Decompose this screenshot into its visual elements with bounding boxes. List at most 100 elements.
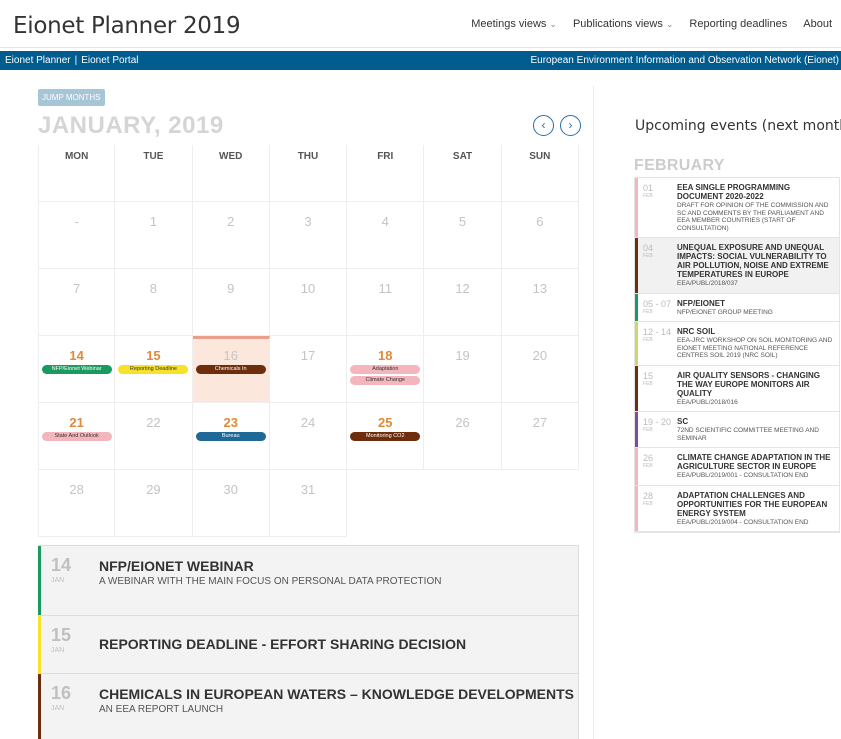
calendar-event-pill[interactable]: Adaptation bbox=[350, 365, 421, 374]
calendar-day-cell[interactable]: 20 bbox=[501, 336, 579, 403]
upcoming-event[interactable]: 04 FEB UNEQUAL EXPOSURE AND UNEQUAL IMPACT… bbox=[635, 238, 839, 294]
event-title[interactable]: UNEQUAL EXPOSURE AND UNEQUAL IMPACTS: SO… bbox=[677, 243, 833, 279]
calendar-day-cell[interactable]: 16 Chemicals In bbox=[192, 336, 270, 403]
event-day: 04 bbox=[643, 243, 654, 253]
event-title[interactable]: AIR QUALITY SENSORS - CHANGING THE WAY E… bbox=[677, 371, 833, 398]
calendar-day-cell[interactable]: 12 bbox=[424, 269, 502, 336]
calendar-event-pill[interactable]: State And Outlook bbox=[41, 432, 112, 441]
jump-months-button[interactable]: JUMP MONTHS bbox=[38, 89, 105, 106]
calendar-day-cell[interactable]: 2 bbox=[192, 202, 270, 269]
event-title[interactable]: ADAPTATION CHALLENGES AND OPPORTUNITIES … bbox=[677, 491, 833, 518]
eionet-portal-link[interactable]: Eionet Portal bbox=[81, 55, 138, 66]
app-title[interactable]: Eionet Planner 2019 bbox=[13, 13, 241, 39]
event-title[interactable]: CHEMICALS IN EUROPEAN WATERS – KNOWLEDGE… bbox=[99, 686, 578, 702]
calendar-event-pill[interactable]: Chemicals In bbox=[195, 365, 266, 374]
calendar-day-cell[interactable]: 25 Monitoring CO2 bbox=[347, 403, 425, 470]
event-month: FEB bbox=[643, 337, 653, 343]
calendar-day-cell[interactable]: 24 bbox=[269, 403, 348, 470]
calendar-day-cell[interactable]: 4 bbox=[347, 202, 425, 269]
calendar-day-cell[interactable]: 14 NFP/Eionet Webinar bbox=[38, 336, 116, 403]
calendar-day-cell[interactable]: 7 bbox=[38, 269, 116, 336]
eionet-planner-link[interactable]: Eionet Planner bbox=[5, 55, 71, 66]
calendar-event-pill[interactable]: NFP/Eionet Webinar bbox=[41, 365, 112, 374]
chevron-left-icon[interactable]: ‹ bbox=[533, 115, 554, 136]
nav-publications-views[interactable]: Publications views ⌄ bbox=[573, 18, 673, 30]
day-number: 15 bbox=[146, 348, 161, 363]
nav-meetings-views[interactable]: Meetings views ⌄ bbox=[471, 18, 557, 30]
calendar-day-cell[interactable]: 19 bbox=[424, 336, 502, 403]
nav-about[interactable]: About bbox=[803, 18, 832, 30]
calendar-day-cell[interactable]: 31 bbox=[269, 470, 348, 537]
weekday-header: MON TUE WED THU FRI SAT SUN bbox=[38, 145, 579, 202]
upcoming-event[interactable]: 26 FEB CLIMATE CHANGE ADAPTATION IN THE AG… bbox=[635, 448, 839, 486]
calendar-day-cell[interactable]: 27 bbox=[501, 403, 579, 470]
event-title[interactable]: NFP/EIONET WEBINAR bbox=[99, 558, 578, 574]
portal-bar: Eionet Planner | Eionet Portal European En… bbox=[0, 51, 841, 70]
chevron-down-icon: ⌄ bbox=[549, 19, 557, 29]
event-list-item[interactable]: 15 JAN REPORTING DEADLINE - EFFORT SHARING… bbox=[38, 616, 578, 674]
event-list-item[interactable]: 16 JAN CHEMICALS IN EUROPEAN WATERS – KNOW… bbox=[38, 674, 578, 739]
calendar-day-cell[interactable]: 11 bbox=[347, 269, 425, 336]
top-header: Eionet Planner 2019 Meetings views ⌄ Publ… bbox=[0, 0, 841, 48]
month-nav: ‹ › bbox=[533, 115, 581, 136]
network-name[interactable]: European Environment Information and Obs… bbox=[531, 51, 840, 70]
weekday-label: TUE bbox=[115, 145, 193, 202]
calendar-day-cell[interactable]: 29 bbox=[115, 470, 193, 537]
calendar-day-cell[interactable]: 13 bbox=[501, 269, 579, 336]
weekday-label: FRI bbox=[347, 145, 425, 202]
event-title[interactable]: NFP/EIONET bbox=[677, 299, 833, 308]
calendar-day-cell[interactable]: 26 bbox=[424, 403, 502, 470]
event-title[interactable]: NRC SOIL bbox=[677, 327, 833, 336]
day-number: 8 bbox=[149, 281, 158, 296]
event-title[interactable]: SC bbox=[677, 417, 833, 426]
day-number: 3 bbox=[304, 214, 312, 229]
calendar-day-cell[interactable]: 21 State And Outlook bbox=[38, 403, 116, 470]
calendar-week: 28 29 30 31 bbox=[38, 470, 579, 537]
event-title[interactable]: REPORTING DEADLINE - EFFORT SHARING DECI… bbox=[99, 636, 578, 652]
upcoming-month: FEBRUARY bbox=[634, 157, 725, 174]
nav-label: Meetings views bbox=[471, 18, 547, 30]
calendar-week: 7 8 9 10 11 12 13 bbox=[38, 269, 579, 336]
calendar-day-cell[interactable]: 30 bbox=[192, 470, 270, 537]
calendar-day-cell[interactable]: 22 bbox=[115, 403, 193, 470]
calendar-event-pill[interactable]: Bureau bbox=[195, 432, 266, 441]
calendar-day-cell[interactable]: 9 bbox=[192, 269, 270, 336]
event-color-bar bbox=[635, 238, 638, 293]
calendar-day-cell[interactable]: 3 bbox=[269, 202, 348, 269]
calendar-day-cell[interactable]: 5 bbox=[424, 202, 502, 269]
event-list-item[interactable]: 14 JAN NFP/EIONET WEBINAR A WEBINAR WITH TH… bbox=[38, 546, 578, 616]
event-month: FEB bbox=[643, 463, 653, 469]
chevron-right-icon[interactable]: › bbox=[560, 115, 581, 136]
upcoming-event[interactable]: 05 - 07 FEB NFP/EIONET NFP/EIONET GROUP MEE… bbox=[635, 293, 839, 322]
day-number: 18 bbox=[378, 348, 393, 363]
calendar-event-pill[interactable]: Monitoring CO2 bbox=[350, 432, 421, 441]
upcoming-event[interactable]: 19 - 20 FEB SC 72ND SCIENTIFIC COMMITTEE ME… bbox=[635, 412, 839, 448]
calendar-day-cell[interactable]: 18 Adaptation Climate Change bbox=[347, 336, 425, 403]
calendar-day-cell[interactable]: 28 bbox=[38, 470, 116, 537]
portal-links: Eionet Planner | Eionet Portal bbox=[5, 51, 138, 70]
event-month: FEB bbox=[643, 380, 653, 387]
event-color-bar bbox=[38, 674, 41, 739]
calendar-day-cell[interactable]: 15 Reporting Deadline bbox=[115, 336, 193, 403]
calendar-day-cell[interactable]: 23 Bureau bbox=[192, 403, 270, 470]
calendar-week: 21 State And Outlook 22 23 Bureau 24 25 Monitor… bbox=[38, 403, 579, 470]
upcoming-event[interactable]: 15 FEB AIR QUALITY SENSORS - CHANGING THE … bbox=[635, 365, 839, 412]
calendar-day-cell[interactable]: 6 bbox=[501, 202, 579, 269]
calendar-event-pill[interactable]: Climate Change bbox=[350, 376, 421, 385]
day-number: - bbox=[74, 214, 79, 229]
upcoming-event[interactable]: 12 - 14 FEB NRC SOIL EEA-JRC WORKSHOP ON SO… bbox=[635, 322, 839, 366]
calendar-day-cell[interactable]: 1 bbox=[115, 202, 193, 269]
calendar-day-cell[interactable]: 17 bbox=[269, 336, 348, 403]
calendar-day-cell[interactable]: 10 bbox=[269, 269, 348, 336]
upcoming-event[interactable]: 28 FEB ADAPTATION CHALLENGES AND OPPORTUNI… bbox=[635, 485, 839, 532]
day-number: 16 bbox=[223, 348, 238, 363]
event-color-bar bbox=[635, 322, 638, 365]
calendar-day-cell[interactable]: 8 bbox=[115, 269, 193, 336]
nav-reporting-deadlines[interactable]: Reporting deadlines bbox=[689, 18, 787, 30]
event-color-bar bbox=[635, 485, 638, 531]
event-title[interactable]: EEA SINGLE PROGRAMMING DOCUMENT 2020-202… bbox=[677, 183, 833, 201]
calendar-event-pill[interactable]: Reporting Deadline bbox=[118, 365, 189, 374]
calendar-day-cell[interactable]: - bbox=[38, 202, 116, 269]
event-title[interactable]: CLIMATE CHANGE ADAPTATION IN THE AGRICUL… bbox=[677, 453, 833, 471]
upcoming-event[interactable]: 01 FEB EEA SINGLE PROGRAMMING DOCUMENT 202… bbox=[635, 178, 839, 238]
